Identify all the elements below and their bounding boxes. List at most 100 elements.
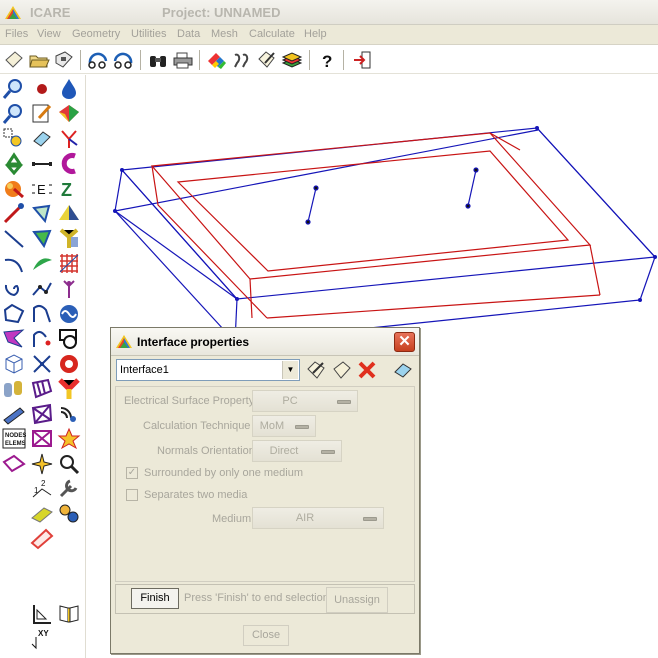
y-gradient-icon[interactable] bbox=[57, 377, 81, 400]
star-burst-icon[interactable] bbox=[30, 452, 54, 475]
notepad-pencil-icon[interactable] bbox=[30, 102, 54, 125]
cross-mesh-icon[interactable] bbox=[30, 427, 54, 450]
delete-interface-icon[interactable] bbox=[356, 360, 378, 380]
zoom-fit-icon[interactable] bbox=[2, 102, 26, 125]
menu-calculate[interactable]: Calculate bbox=[249, 28, 295, 40]
edit-note-icon[interactable] bbox=[256, 49, 278, 71]
interface-properties-dialog: Interface properties ✕ Interface1 ▼ Elec… bbox=[110, 327, 420, 654]
save-disk-icon[interactable] bbox=[53, 49, 75, 71]
ribbon-mesh-icon[interactable] bbox=[30, 377, 54, 400]
menu-help[interactable]: Help bbox=[304, 28, 327, 40]
surface-shade-icon[interactable] bbox=[57, 202, 81, 225]
calculation-technique-select[interactable]: MoM bbox=[252, 415, 316, 437]
square-points-icon[interactable] bbox=[2, 302, 26, 325]
arrow-vector-icon[interactable] bbox=[2, 202, 26, 225]
target-red-icon[interactable] bbox=[57, 352, 81, 375]
y-surface-icon[interactable] bbox=[57, 227, 81, 250]
color-pencil-icon[interactable] bbox=[206, 49, 228, 71]
circle-cut-icon[interactable] bbox=[57, 327, 81, 350]
grid-mesh-icon[interactable] bbox=[57, 252, 81, 275]
magnify-mesh-icon[interactable] bbox=[57, 452, 81, 475]
flower-mesh-icon[interactable] bbox=[57, 427, 81, 450]
axis-y-icon[interactable] bbox=[57, 127, 81, 150]
new-interface-icon[interactable] bbox=[331, 360, 353, 380]
sine-wave-icon[interactable] bbox=[57, 302, 81, 325]
rotate-left-icon[interactable] bbox=[87, 49, 109, 71]
app-logo-icon bbox=[5, 6, 21, 19]
feed-wires bbox=[305, 167, 479, 225]
exit-icon[interactable] bbox=[352, 49, 374, 71]
scissors-icon[interactable] bbox=[30, 352, 54, 375]
wifi-wave-icon[interactable] bbox=[57, 402, 81, 425]
z-letter-icon[interactable]: Z bbox=[57, 177, 81, 200]
printer-icon[interactable] bbox=[172, 49, 194, 71]
book-icon[interactable] bbox=[57, 602, 81, 625]
walk-icon[interactable] bbox=[231, 49, 253, 71]
interface-select[interactable]: Interface1 ▼ bbox=[116, 359, 300, 381]
finish-hint-text: Press 'Finish' to end selection bbox=[184, 592, 329, 604]
normals-orientation-select[interactable]: Direct bbox=[252, 440, 342, 462]
zoom-box-icon[interactable] bbox=[2, 127, 26, 150]
polygon-pick-icon[interactable] bbox=[30, 202, 54, 225]
antenna-icon[interactable] bbox=[57, 277, 81, 300]
separates-two-media-checkbox[interactable] bbox=[126, 489, 138, 501]
spiral-icon[interactable] bbox=[2, 277, 26, 300]
menu-data[interactable]: Data bbox=[177, 28, 200, 40]
gear-assembly-icon[interactable] bbox=[57, 502, 81, 525]
recycle-icon[interactable] bbox=[2, 152, 26, 175]
eraser-icon[interactable] bbox=[392, 360, 414, 380]
wrench-icon[interactable] bbox=[57, 477, 81, 500]
ruler-icon[interactable] bbox=[30, 527, 54, 550]
surrounded-one-medium-checkbox[interactable]: ✓ bbox=[126, 467, 138, 479]
eraser-icon[interactable] bbox=[30, 127, 54, 150]
close-button[interactable]: Close bbox=[243, 625, 289, 646]
menu-geometry[interactable]: Geometry bbox=[72, 28, 120, 40]
e-points-icon[interactable]: E bbox=[30, 177, 54, 200]
electrical-surface-property-select[interactable]: PC bbox=[252, 390, 358, 412]
node-arc-icon[interactable] bbox=[30, 302, 54, 325]
open-folder-icon[interactable] bbox=[28, 49, 50, 71]
medium-select[interactable]: AIR bbox=[252, 507, 384, 529]
menu-files[interactable]: Files bbox=[5, 28, 28, 40]
plane-icon[interactable] bbox=[2, 402, 26, 425]
cube-icon[interactable] bbox=[2, 352, 26, 375]
rotate-right-icon[interactable] bbox=[112, 49, 134, 71]
magnet-icon[interactable] bbox=[57, 152, 81, 175]
arc-icon[interactable] bbox=[2, 252, 26, 275]
segment-icon[interactable] bbox=[30, 152, 54, 175]
new-icon[interactable] bbox=[3, 49, 25, 71]
menu-view[interactable]: View bbox=[37, 28, 61, 40]
menu-mesh[interactable]: Mesh bbox=[211, 28, 238, 40]
yellow-surface-icon[interactable] bbox=[30, 502, 54, 525]
connected-points-icon[interactable] bbox=[30, 277, 54, 300]
interface-select-value: Interface1 bbox=[120, 364, 169, 376]
star-shape-icon[interactable] bbox=[2, 327, 26, 350]
close-icon[interactable]: ✕ bbox=[394, 332, 415, 352]
unassign-button[interactable]: Unassign bbox=[326, 587, 388, 613]
surface-mesh-icon[interactable] bbox=[30, 402, 54, 425]
binoculars-icon[interactable] bbox=[147, 49, 169, 71]
drop-icon[interactable] bbox=[57, 77, 81, 100]
calculation-technique-value: MoM bbox=[259, 420, 285, 432]
menu-utilities[interactable]: Utilities bbox=[131, 28, 166, 40]
finish-button[interactable]: Finish bbox=[131, 588, 179, 609]
sphere-icon[interactable] bbox=[2, 177, 26, 200]
line-icon[interactable] bbox=[2, 227, 26, 250]
measure-icon[interactable] bbox=[30, 602, 54, 625]
axis-xy-icon[interactable]: XY bbox=[30, 627, 54, 650]
shade-surface-icon[interactable] bbox=[57, 102, 81, 125]
edit-interface-icon[interactable] bbox=[305, 360, 327, 380]
chevron-down-icon[interactable]: ▼ bbox=[282, 361, 298, 379]
numbered-points-icon[interactable]: 21 bbox=[30, 477, 54, 500]
dialog-title-bar[interactable]: Interface properties ✕ bbox=[111, 328, 419, 356]
help-question-icon[interactable]: ? bbox=[316, 49, 338, 71]
zoom-magnifier-icon[interactable] bbox=[2, 77, 26, 100]
layers-icon[interactable] bbox=[281, 49, 303, 71]
nodes-elems-icon[interactable]: NODES ELEMS bbox=[2, 427, 26, 450]
cylinders-icon[interactable] bbox=[2, 377, 26, 400]
loop-triangle-icon[interactable] bbox=[2, 452, 26, 475]
fill-triangle-icon[interactable] bbox=[30, 227, 54, 250]
leaf-surface-icon[interactable] bbox=[30, 252, 54, 275]
red-dot-icon[interactable] bbox=[30, 77, 54, 100]
curve-point-icon[interactable] bbox=[30, 327, 54, 350]
